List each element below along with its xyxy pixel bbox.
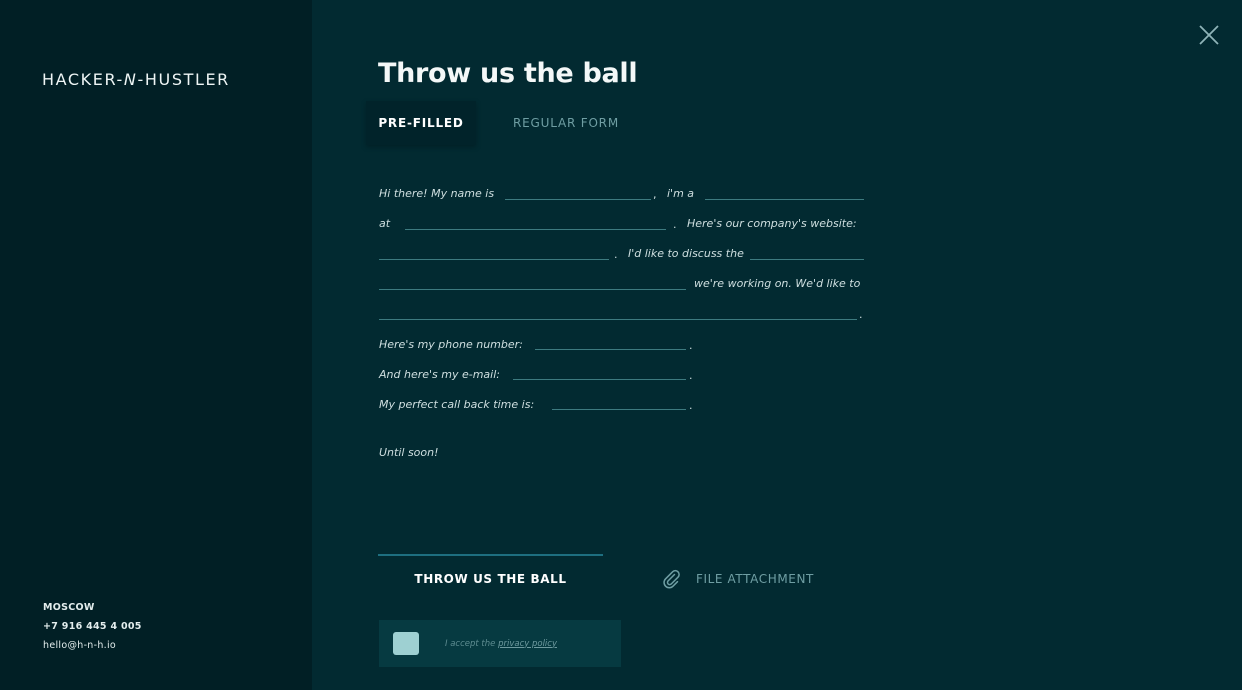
goal-field[interactable]	[379, 319, 857, 320]
project-field[interactable]	[379, 289, 686, 290]
file-attachment-button[interactable]: FILE ATTACHMENT	[660, 566, 814, 592]
logo-part-1: HACKER-	[42, 70, 124, 89]
privacy-policy-link[interactable]: privacy policy	[498, 639, 557, 649]
phone-field[interactable]	[535, 349, 686, 350]
email-label: And here's my e-mail:	[379, 368, 500, 381]
privacy-consent: I accept the privacy policy	[379, 620, 621, 667]
privacy-checkbox[interactable]	[393, 632, 419, 655]
period-text: .	[614, 248, 618, 261]
phone-label: Here's my phone number:	[379, 338, 523, 351]
contact-email[interactable]: hello@h-n-h.io	[43, 636, 142, 655]
contact-phone[interactable]: +7 916 445 4 005	[43, 617, 142, 636]
close-button[interactable]	[1198, 24, 1220, 46]
working-on-label: we're working on. We'd like to	[694, 277, 861, 290]
close-icon	[1199, 25, 1219, 45]
consent-text: I accept the privacy policy	[445, 639, 557, 649]
consent-label: I accept the	[445, 638, 496, 649]
callback-label: My perfect call back time is:	[379, 398, 535, 411]
period-text: .	[689, 339, 693, 352]
logo-part-2: -HUSTLER	[137, 70, 230, 89]
tab-pre-filled[interactable]: PRE-FILLED	[366, 101, 476, 145]
sidebar: HACKER-N-HUSTLER MOSCOW +7 916 445 4 005…	[0, 0, 312, 690]
tab-regular-form[interactable]: REGULAR FORM	[498, 101, 634, 145]
file-attachment-label: FILE ATTACHMENT	[696, 572, 814, 586]
contact-city: MOSCOW	[43, 602, 95, 613]
topic-field[interactable]	[750, 259, 864, 260]
contacts: MOSCOW +7 916 445 4 005 hello@h-n-h.io	[43, 598, 142, 655]
discuss-label: I'd like to discuss the	[628, 247, 744, 260]
email-field[interactable]	[513, 379, 686, 380]
submit-button[interactable]: THROW US THE BALL	[378, 566, 603, 592]
form-intro-text: Hi there! My name is	[379, 187, 495, 200]
closing-text: Until soon!	[379, 446, 439, 459]
company-label: at	[379, 217, 391, 230]
website-label: Here's our company's website:	[687, 217, 857, 230]
comma-text: ,	[653, 188, 657, 201]
submit-progress-bar	[378, 554, 603, 556]
website-field[interactable]	[379, 259, 609, 260]
logo[interactable]: HACKER-N-HUSTLER	[42, 70, 230, 89]
period-text: .	[859, 308, 863, 321]
role-label: i'm a	[667, 187, 695, 200]
period-text: .	[689, 399, 693, 412]
name-field[interactable]	[505, 199, 651, 200]
period-text: .	[689, 369, 693, 382]
period-text: .	[673, 218, 677, 231]
company-field[interactable]	[405, 229, 666, 230]
role-field[interactable]	[705, 199, 864, 200]
paperclip-icon	[663, 569, 680, 589]
page-title: Throw us the ball	[378, 58, 638, 89]
logo-part-n: N	[123, 70, 138, 89]
callback-field[interactable]	[552, 409, 686, 410]
